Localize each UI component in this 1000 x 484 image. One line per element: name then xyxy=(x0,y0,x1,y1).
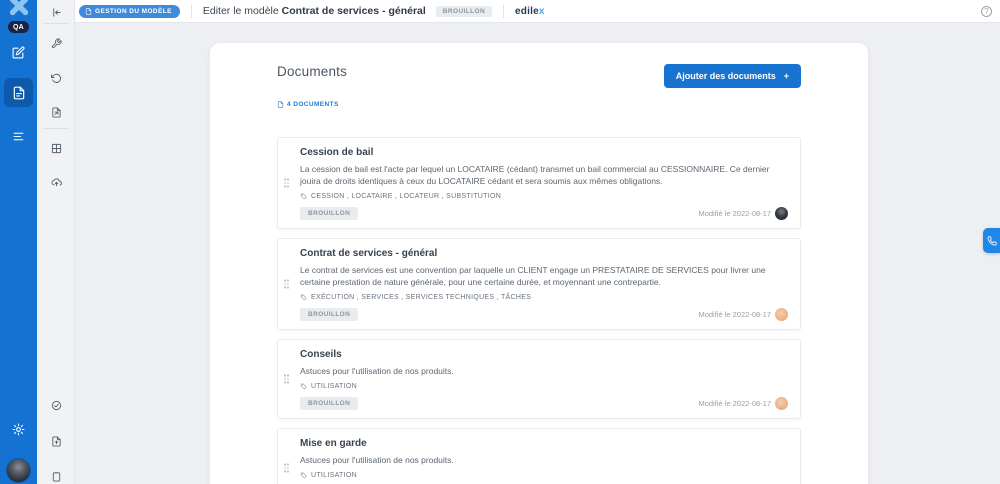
secondary-toolbar xyxy=(37,0,75,484)
rail-item-export-document[interactable] xyxy=(37,102,75,122)
document-description: Astuces pour l'utilisation de nos produi… xyxy=(300,365,780,377)
template-document-icon xyxy=(12,86,26,100)
list-icon xyxy=(12,130,25,143)
document-title: Conseils xyxy=(300,349,788,360)
add-documents-button[interactable]: Ajouter des documents+ xyxy=(664,64,801,88)
phone-icon xyxy=(987,236,997,246)
rail-divider xyxy=(43,128,69,129)
gear-icon xyxy=(12,423,25,436)
rail-item-import-file[interactable] xyxy=(37,431,75,451)
app-logo-icon xyxy=(8,0,30,17)
document-title: Mise en garde xyxy=(300,438,788,449)
editor-avatar xyxy=(775,308,788,321)
document-list: Cession de bail La cession de bail est l… xyxy=(277,137,801,484)
support-widget-button[interactable] xyxy=(983,228,1000,253)
file-arrow-icon xyxy=(51,107,62,118)
template-name: Contrat de services - général xyxy=(282,5,426,17)
document-tags: UTILISATION xyxy=(300,472,788,479)
sidebar-item-list[interactable] xyxy=(0,125,37,147)
rail-item-cloud-upload[interactable] xyxy=(37,172,75,192)
clipboard-icon xyxy=(51,471,62,482)
document-modified: Modifié le 2022-08-17 xyxy=(698,308,788,321)
page-title: Editer le modèle Contrat de services - g… xyxy=(203,5,426,17)
drag-handle-icon[interactable] xyxy=(284,375,289,384)
drag-handle-icon[interactable] xyxy=(284,464,289,473)
primary-sidebar: QA xyxy=(0,0,37,484)
editor-avatar xyxy=(775,207,788,220)
document-card[interactable]: Conseils Astuces pour l'utilisation de n… xyxy=(277,339,801,419)
drag-handle-icon[interactable] xyxy=(284,280,289,289)
topbar: GESTION DU MODÈLE Editer le modèle Contr… xyxy=(75,0,1000,23)
history-icon xyxy=(51,73,62,84)
brand-logo-accent: x xyxy=(539,6,545,17)
document-description: La cession de bail est l'acte par lequel… xyxy=(300,163,780,187)
rail-item-history[interactable] xyxy=(37,68,75,88)
document-status-badge: BROUILLON xyxy=(300,308,358,321)
check-circle-icon xyxy=(51,400,62,411)
document-icon xyxy=(277,101,284,108)
plus-icon: + xyxy=(784,71,789,81)
tag-icon xyxy=(300,193,307,200)
cloud-upload-icon xyxy=(51,177,62,188)
collapse-panel-button[interactable] xyxy=(37,2,75,22)
wrench-icon xyxy=(51,38,62,49)
tag-icon xyxy=(300,472,307,479)
document-tags: EXÉCUTION , SERVICES , SERVICES TECHNIQU… xyxy=(300,294,788,301)
rail-item-grid[interactable] xyxy=(37,138,75,158)
document-tags: UTILISATION xyxy=(300,383,788,390)
rail-item-tools[interactable] xyxy=(37,33,75,53)
document-description: Le contrat de services est une conventio… xyxy=(300,264,780,288)
rail-item-clipboard[interactable] xyxy=(37,466,75,484)
rail-item-validate[interactable] xyxy=(37,395,75,415)
context-badge[interactable]: GESTION DU MODÈLE xyxy=(79,5,180,18)
status-badge: BROUILLON xyxy=(436,6,492,17)
document-icon xyxy=(85,8,92,15)
sidebar-item-edit-document[interactable] xyxy=(0,41,37,63)
tag-icon xyxy=(300,383,307,390)
document-card[interactable]: Mise en garde Astuces pour l'utilisation… xyxy=(277,428,801,484)
topbar-divider xyxy=(191,5,192,18)
documents-panel: Documents Ajouter des documents+ 4 DOCUM… xyxy=(210,43,868,484)
document-modified: Modifié le 2022-08-17 xyxy=(698,207,788,220)
document-card[interactable]: Contrat de services - général Le contrat… xyxy=(277,238,801,330)
rail-divider xyxy=(43,23,69,24)
edit-document-icon xyxy=(12,46,25,59)
topbar-divider xyxy=(503,5,504,18)
document-status-badge: BROUILLON xyxy=(300,397,358,410)
brand-logo: edilex xyxy=(515,6,545,17)
main-background: Documents Ajouter des documents+ 4 DOCUM… xyxy=(75,23,1000,484)
document-tags: CESSION , LOCATAIRE , LOCATEUR , SUBSTIT… xyxy=(300,193,788,200)
document-card[interactable]: Cession de bail La cession de bail est l… xyxy=(277,137,801,229)
sidebar-item-settings[interactable] xyxy=(0,418,37,440)
document-description: Astuces pour l'utilisation de nos produi… xyxy=(300,454,780,466)
collapse-left-icon xyxy=(51,7,62,18)
file-up-icon xyxy=(51,436,62,447)
drag-handle-icon[interactable] xyxy=(284,179,289,188)
document-modified: Modifié le 2022-08-17 xyxy=(698,397,788,410)
document-title: Contrat de services - général xyxy=(300,248,788,259)
documents-count-link[interactable]: 4 DOCUMENTS xyxy=(277,101,339,108)
help-icon[interactable]: ? xyxy=(981,6,992,17)
tag-icon xyxy=(300,294,307,301)
context-badge-label: GESTION DU MODÈLE xyxy=(95,8,172,15)
qa-environment-badge: QA xyxy=(8,21,29,33)
grid-icon xyxy=(51,143,62,154)
sidebar-item-templates-active[interactable] xyxy=(4,78,33,107)
editor-avatar xyxy=(775,397,788,410)
document-title: Cession de bail xyxy=(300,147,788,158)
documents-heading: Documents xyxy=(277,64,347,79)
document-status-badge: BROUILLON xyxy=(300,207,358,220)
user-avatar[interactable] xyxy=(6,458,31,483)
